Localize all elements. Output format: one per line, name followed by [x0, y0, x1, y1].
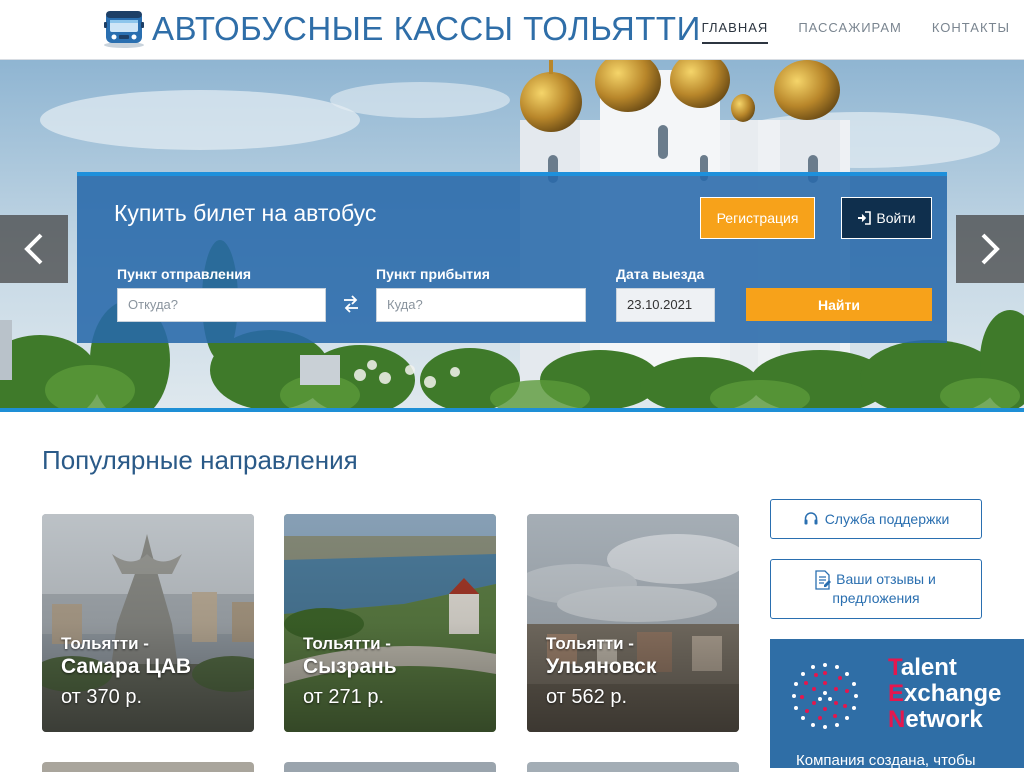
login-button[interactable]: Войти: [841, 197, 932, 239]
ad-brand-word: etwork: [905, 706, 983, 733]
search-panel-title: Купить билет на автобус: [114, 200, 377, 226]
site-title[interactable]: АВТОБУСНЫЕ КАССЫ ТОЛЬЯТТИ: [152, 9, 701, 49]
date-label: Дата выезда: [616, 266, 705, 282]
chevron-right-icon: [981, 233, 1000, 265]
nav-item-contacts[interactable]: КОНТАКТЫ: [932, 20, 1010, 44]
ad-brand-name: Talent Exchange Network: [888, 655, 1001, 733]
nav-item-passengers[interactable]: ПАССАЖИРАМ: [798, 20, 902, 44]
support-label: Служба поддержки: [824, 511, 950, 527]
from-label: Пункт отправления: [117, 266, 252, 282]
route-from: Тольятти -: [303, 634, 391, 653]
sign-in-icon: [858, 211, 872, 225]
nav-item-home[interactable]: ГЛАВНАЯ: [701, 20, 769, 44]
route-price: от 370 р.: [61, 686, 143, 708]
popular-directions-title: Популярные направления: [42, 445, 358, 475]
reviews-line2: предложения: [832, 590, 920, 606]
ticket-search-panel: Купить билет на автобус Регистрация Войт…: [77, 172, 947, 343]
support-button[interactable]: Служба поддержки: [770, 499, 982, 539]
site-header: АВТОБУСНЫЕ КАССЫ ТОЛЬЯТТИ ГЛАВНАЯ ПАССАЖ…: [0, 0, 1024, 60]
route-card-syzran[interactable]: Тольятти - Сызрань от 271 р.: [284, 514, 496, 732]
reviews-line1: Ваши отзывы и: [836, 571, 936, 587]
from-input[interactable]: Откуда?: [117, 288, 326, 322]
to-label: Пункт прибытия: [376, 266, 490, 282]
route-card-samara[interactable]: Тольятти - Самара ЦАВ от 370 р.: [42, 514, 254, 732]
ad-brand-letter: E: [888, 680, 905, 707]
route-from: Тольятти -: [61, 634, 149, 653]
ad-text: Компания создана, чтобы: [796, 752, 976, 768]
chevron-left-icon: [24, 233, 43, 265]
route-to: Сызрань: [303, 655, 397, 678]
talent-exchange-ad[interactable]: Talent Exchange Network Компания создана…: [770, 639, 1024, 768]
route-card-peek[interactable]: [284, 762, 496, 772]
reviews-button[interactable]: Ваши отзывы и предложения: [770, 559, 982, 619]
route-to: Самара ЦАВ: [61, 655, 192, 678]
hero-accent-bar: [0, 408, 1024, 412]
route-to: Ульяновск: [546, 655, 657, 678]
main-nav: ГЛАВНАЯ ПАССАЖИРАМ КОНТАКТЫ: [701, 20, 1010, 44]
ad-brand-letter: N: [888, 706, 906, 733]
register-button[interactable]: Регистрация: [700, 197, 815, 239]
bus-logo-icon[interactable]: [102, 8, 146, 48]
reviews-text: Ваши отзывы и предложения: [771, 570, 981, 608]
ad-brand-letter: T: [888, 654, 901, 681]
headset-icon: [804, 512, 818, 525]
route-card-ulyanovsk[interactable]: Тольятти - Ульяновск от 562 р.: [527, 514, 739, 732]
date-input[interactable]: 23.10.2021: [616, 288, 715, 322]
ad-brand-word: alent: [900, 654, 957, 681]
route-card-peek[interactable]: [527, 762, 739, 772]
slider-prev-button[interactable]: [0, 215, 68, 283]
find-button[interactable]: Найти: [746, 288, 932, 321]
route-price: от 562 р.: [546, 686, 628, 708]
route-card-peek[interactable]: [42, 762, 254, 772]
login-label: Войти: [876, 210, 916, 226]
ten-logo-icon: [792, 663, 858, 729]
slider-next-button[interactable]: [956, 215, 1024, 283]
route-from: Тольятти -: [546, 634, 634, 653]
route-price: от 271 р.: [303, 686, 385, 708]
ad-brand-word: xchange: [904, 680, 1002, 707]
swap-arrows-icon[interactable]: [342, 294, 360, 314]
to-input[interactable]: Куда?: [376, 288, 586, 322]
